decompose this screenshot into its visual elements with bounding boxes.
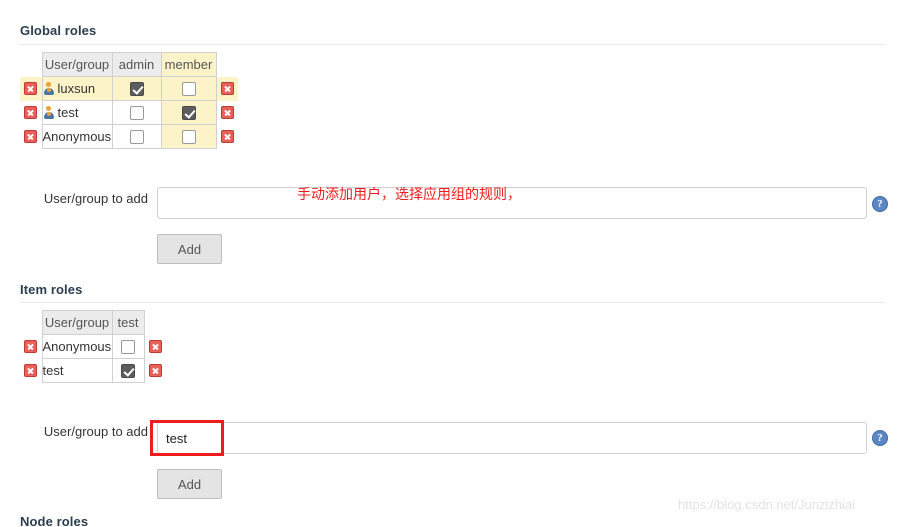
node-roles-heading: Node roles — [20, 514, 89, 527]
header-spacer-left — [20, 311, 42, 335]
global-roles-table: User/group admin member luxsun test Anon… — [20, 52, 238, 149]
global-add-button[interactable]: Add — [157, 234, 222, 264]
checkbox-test[interactable] — [121, 340, 135, 355]
row-usergroup-name-cell: test — [41, 358, 113, 383]
table-header-row: User/group test — [20, 310, 166, 335]
item-roles-divider — [20, 302, 885, 303]
delete-x-icon[interactable] — [220, 129, 234, 143]
delete-x-icon[interactable] — [24, 81, 38, 95]
user-person-icon — [43, 106, 55, 119]
header-spacer-right — [144, 311, 166, 335]
column-header-test: test — [111, 310, 145, 335]
item-roles-heading: Item roles — [20, 282, 83, 297]
row-usergroup-label: test — [57, 105, 79, 120]
row-permission-admin-cell — [111, 76, 162, 101]
watermark: https://blog.csdn.net/Junzizhiai — [678, 497, 856, 512]
row-delete-right-cell — [216, 125, 238, 149]
delete-x-icon[interactable] — [24, 129, 38, 143]
global-roles-heading: Global roles — [20, 23, 97, 38]
table-row: Anonymous — [20, 124, 238, 149]
checkbox-member[interactable] — [181, 130, 196, 145]
column-header-usergroup: User/group — [41, 52, 113, 77]
item-add-label: User/group to add — [43, 424, 148, 439]
row-usergroup-name-cell: luxsun — [41, 76, 113, 101]
row-permission-member-cell — [160, 76, 217, 101]
delete-x-icon[interactable] — [24, 363, 38, 377]
row-delete-right-cell — [144, 359, 166, 383]
row-delete-left-cell — [20, 76, 42, 101]
global-roles-divider — [20, 44, 885, 45]
delete-x-icon[interactable] — [24, 105, 38, 119]
checkbox-admin[interactable] — [129, 130, 144, 145]
help-question-icon[interactable]: ? — [872, 196, 888, 212]
row-usergroup-name-cell: Anonymous — [41, 124, 113, 149]
delete-x-icon[interactable] — [148, 339, 162, 353]
row-usergroup-label: luxsun — [57, 81, 96, 96]
header-spacer-left — [20, 53, 42, 77]
column-header-member: member — [160, 52, 217, 77]
table-row: Anonymous — [20, 334, 166, 359]
row-delete-left-cell — [20, 359, 42, 383]
row-delete-right-cell — [216, 76, 238, 101]
delete-x-icon[interactable] — [148, 363, 162, 377]
user-person-icon — [43, 82, 55, 95]
table-row: luxsun — [20, 76, 238, 101]
column-header-admin: admin — [111, 52, 162, 77]
row-delete-right-cell — [144, 335, 166, 359]
table-row: test — [20, 100, 238, 125]
help-question-icon[interactable]: ? — [872, 430, 888, 446]
row-usergroup-name-cell: test — [41, 100, 113, 125]
checkbox-admin[interactable] — [129, 106, 144, 121]
row-permission-test-cell — [111, 358, 145, 383]
checkbox-member[interactable] — [181, 106, 196, 121]
row-permission-member-cell — [160, 100, 217, 125]
annotation-global-add-note: 手动添加用户，选择应用组的规则， — [297, 187, 521, 203]
column-header-usergroup: User/group — [41, 310, 113, 335]
row-delete-right-cell — [216, 101, 238, 125]
global-add-label: User/group to add — [43, 191, 148, 206]
item-roles-table: User/group test Anonymous test — [20, 310, 166, 383]
item-add-button[interactable]: Add — [157, 469, 222, 499]
row-usergroup-label: Anonymous — [42, 129, 112, 144]
row-permission-member-cell — [160, 124, 217, 149]
delete-x-icon[interactable] — [220, 81, 234, 95]
row-delete-left-cell — [20, 125, 42, 149]
checkbox-admin[interactable] — [129, 82, 144, 97]
row-permission-admin-cell — [111, 124, 162, 149]
row-permission-test-cell — [111, 334, 145, 359]
checkbox-test[interactable] — [121, 364, 135, 379]
item-add-input[interactable] — [157, 422, 867, 454]
row-delete-left-cell — [20, 335, 42, 359]
checkbox-member[interactable] — [181, 82, 196, 97]
table-header-row: User/group admin member — [20, 52, 238, 77]
row-usergroup-label: test — [42, 363, 64, 378]
row-delete-left-cell — [20, 101, 42, 125]
matrix-security-page: Global roles User/group admin member lux… — [0, 0, 902, 527]
row-usergroup-name-cell: Anonymous — [41, 334, 113, 359]
row-permission-admin-cell — [111, 100, 162, 125]
row-usergroup-label: Anonymous — [42, 339, 112, 354]
table-row: test — [20, 358, 166, 383]
delete-x-icon[interactable] — [24, 339, 38, 353]
header-spacer-right — [216, 53, 238, 77]
delete-x-icon[interactable] — [220, 105, 234, 119]
